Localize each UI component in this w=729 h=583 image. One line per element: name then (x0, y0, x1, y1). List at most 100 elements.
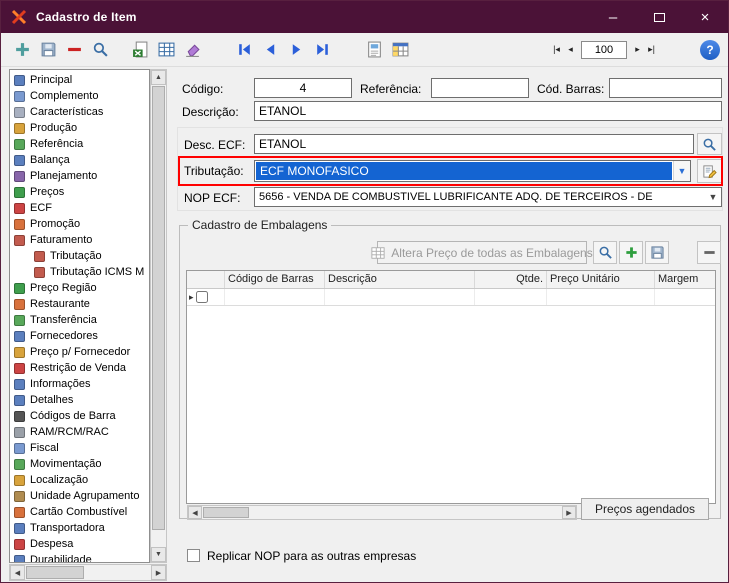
table-view-button[interactable] (153, 37, 179, 63)
search-desc-ecf-button[interactable] (697, 133, 722, 155)
sidebar-item-producao[interactable]: Produção (10, 120, 149, 136)
minimize-button[interactable]: – (590, 1, 636, 33)
sidebar-item-localizacao[interactable]: Localização (10, 472, 149, 488)
sidebar-item-despesa[interactable]: Despesa (10, 536, 149, 552)
scroll-down-button[interactable]: ▼ (151, 547, 166, 562)
chevron-down-icon[interactable]: ▼ (673, 161, 690, 181)
sidebar-item-detalhes[interactable]: Detalhes (10, 392, 149, 408)
sidebar-item-balanca[interactable]: Balança (10, 152, 149, 168)
sidebar-item-restricao-de-venda[interactable]: Restrição de Venda (10, 360, 149, 376)
sidebar-item-codigos-de-barra[interactable]: Códigos de Barra (10, 408, 149, 424)
sidebar-item-ram-rcm-rac[interactable]: RAM/RCM/RAC (10, 424, 149, 440)
chevron-down-icon[interactable]: ▼ (705, 188, 721, 206)
cell-margem[interactable] (655, 289, 715, 305)
scroll-right-button[interactable]: ▶ (562, 506, 576, 519)
sidebar-item-cartao-combustivel[interactable]: Cartão Combustível (10, 504, 149, 520)
desc-ecf-field[interactable] (254, 134, 694, 154)
edit-tributacao-button[interactable] (697, 159, 722, 183)
cod-barras-field[interactable] (609, 78, 722, 98)
help-button[interactable]: ? (700, 39, 720, 60)
export-grid-button[interactable] (127, 37, 153, 63)
table-icon (158, 42, 174, 57)
last-record-button[interactable] (309, 37, 335, 63)
sidebar-item-promocao[interactable]: Promoção (10, 216, 149, 232)
clear-button[interactable] (179, 37, 205, 63)
sidebar-item-ecf[interactable]: ECF (10, 200, 149, 216)
maximize-button[interactable] (636, 1, 682, 33)
replicar-nop-checkbox[interactable] (187, 549, 200, 562)
pager-prior-button[interactable]: ◂ (564, 42, 577, 58)
scroll-left-button[interactable]: ◀ (188, 506, 202, 519)
sidebar-item-tributacao[interactable]: Tributação (10, 248, 149, 264)
grid-column-margem[interactable]: Margem (655, 271, 715, 288)
sidebar-item-complemento[interactable]: Complemento (10, 88, 149, 104)
pager-last-button[interactable]: ▸| (645, 42, 658, 58)
cell-codigo-de-barras[interactable] (225, 289, 325, 305)
grid-column-selector[interactable] (187, 271, 225, 288)
sidebar-item-referencia[interactable]: Referência (10, 136, 149, 152)
tributacao-combobox[interactable]: ECF MONOFASICO ▼ (254, 160, 691, 182)
sidebar-item-tributacao-icms-m[interactable]: Tributação ICMS M (10, 264, 149, 280)
grid-column-qtde[interactable]: Qtde. (475, 271, 547, 288)
scroll-thumb[interactable] (152, 86, 165, 530)
sidebar-horizontal-scrollbar[interactable]: ◀ ▶ (9, 564, 167, 581)
sidebar-item-fornecedores[interactable]: Fornecedores (10, 328, 149, 344)
referencia-field[interactable] (431, 78, 529, 98)
grid-column-preco-unitario[interactable]: Preço Unitário (547, 271, 655, 288)
grid-column-descricao[interactable]: Descrição (325, 271, 475, 288)
add-embalagem-button[interactable] (619, 241, 643, 264)
search-embalagem-button[interactable] (593, 241, 617, 264)
pager-next-button[interactable]: ▸ (631, 42, 644, 58)
sidebar-item-preco-p-fornecedor[interactable]: Preço p/ Fornecedor (10, 344, 149, 360)
sidebar-item-principal[interactable]: Principal (10, 72, 149, 88)
scroll-thumb[interactable] (203, 507, 249, 518)
remove-embalagem-button[interactable] (697, 241, 721, 264)
cell-qtde[interactable] (475, 289, 547, 305)
add-record-button[interactable] (9, 37, 35, 63)
next-record-button[interactable] (283, 37, 309, 63)
sidebar-item-informacoes[interactable]: Informações (10, 376, 149, 392)
record-count-box[interactable]: 100 (581, 40, 627, 59)
scroll-left-button[interactable]: ◀ (10, 565, 25, 580)
first-record-button[interactable] (231, 37, 257, 63)
sidebar-item-durabilidade[interactable]: Durabilidade (10, 552, 149, 562)
delete-record-button[interactable] (61, 37, 87, 63)
report-button[interactable] (361, 37, 387, 63)
referencia-label: Referência: (360, 82, 422, 96)
row-checkbox[interactable] (195, 291, 208, 303)
production-icon (14, 122, 25, 134)
sidebar-item-label: Tributação ICMS M (50, 266, 145, 278)
sidebar-item-restaurante[interactable]: Restaurante (10, 296, 149, 312)
sidebar-vertical-scrollbar[interactable]: ▲ ▼ (150, 69, 167, 563)
sidebar-item-fiscal[interactable]: Fiscal (10, 440, 149, 456)
sidebar-item-unidade-agrupamento[interactable]: Unidade Agrupamento (10, 488, 149, 504)
save-record-button[interactable] (35, 37, 61, 63)
sidebar-item-caracteristicas[interactable]: Características (10, 104, 149, 120)
search-record-button[interactable] (87, 37, 113, 63)
precos-agendados-button[interactable]: Preços agendados (581, 498, 709, 520)
summary-table-button[interactable] (387, 37, 413, 63)
table-row[interactable]: ▸ (187, 289, 715, 306)
sidebar-item-movimentacao[interactable]: Movimentação (10, 456, 149, 472)
sidebar-item-transportadora[interactable]: Transportadora (10, 520, 149, 536)
save-embalagem-button[interactable] (645, 241, 669, 264)
scroll-right-button[interactable]: ▶ (151, 565, 166, 580)
descricao-field[interactable] (254, 101, 722, 121)
scroll-up-button[interactable]: ▲ (151, 70, 166, 85)
codigo-field[interactable] (254, 78, 352, 98)
prior-record-button[interactable] (257, 37, 283, 63)
cell-preco-unitario[interactable] (547, 289, 655, 305)
scroll-thumb[interactable] (26, 566, 84, 579)
sidebar-item-precos[interactable]: Preços (10, 184, 149, 200)
sidebar-item-faturamento[interactable]: Faturamento (10, 232, 149, 248)
altera-preco-button[interactable]: Altera Preço de todas as Embalagens (371, 241, 593, 264)
grid-horizontal-scrollbar[interactable]: ◀ ▶ (187, 505, 577, 520)
grid-column-codigo-de-barras[interactable]: Código de Barras (225, 271, 325, 288)
sidebar-item-transferencia[interactable]: Transferência (10, 312, 149, 328)
close-button[interactable]: × (682, 1, 728, 33)
sidebar-item-preco-regiao[interactable]: Preço Região (10, 280, 149, 296)
cell-descricao[interactable] (325, 289, 475, 305)
nop-ecf-combobox[interactable]: 5656 - VENDA DE COMBUSTIVEL LUBRIFICANTE… (254, 187, 722, 207)
sidebar-item-planejamento[interactable]: Planejamento (10, 168, 149, 184)
pager-first-button[interactable]: |◂ (550, 42, 563, 58)
